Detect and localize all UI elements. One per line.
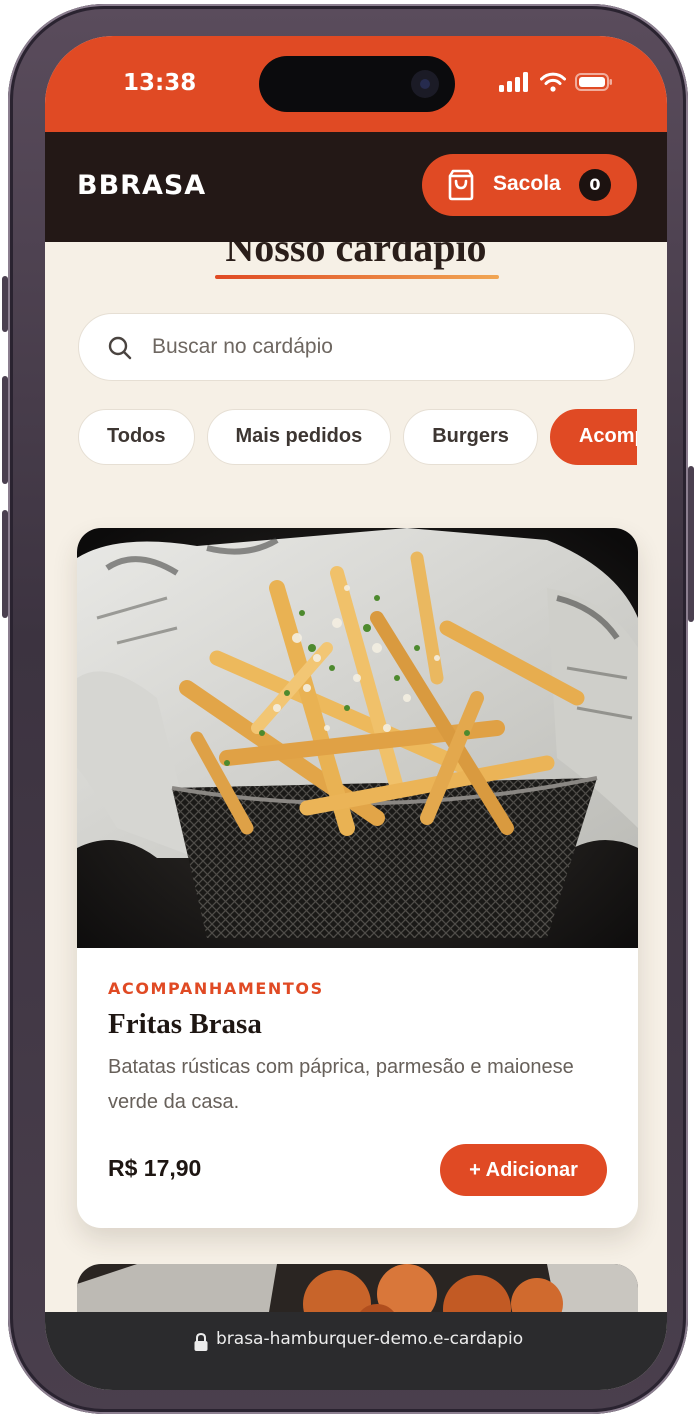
filter-chip-mais-pedidos[interactable]: Mais pedidos <box>206 409 392 465</box>
product-photo <box>77 528 638 948</box>
phone-frame: 13:38 BBRASA Sacola 0 Nosso cardápio Bus… <box>2 4 694 1414</box>
filter-chip-todos[interactable]: Todos <box>78 409 195 465</box>
category-filters: TodosMais pedidosBurgersAcompanhamentos <box>78 409 637 469</box>
filter-chip-acompanhamentos[interactable]: Acompanhamentos <box>549 409 637 465</box>
next-product-card[interactable] <box>77 1264 638 1312</box>
power-button <box>688 466 694 622</box>
product-price: R$ 17,90 <box>108 1155 202 1181</box>
battery-icon <box>575 73 612 91</box>
bag-label: Sacola <box>493 172 561 195</box>
product-card[interactable]: ACOMPANHAMENTOS Fritas Brasa Batatas rús… <box>77 528 638 1228</box>
add-to-bag-button[interactable]: + Adicionar <box>440 1144 607 1196</box>
status-icons <box>499 72 613 92</box>
bag-button[interactable]: Sacola 0 <box>422 154 637 216</box>
filter-chip-burgers[interactable]: Burgers <box>403 409 538 465</box>
search-input[interactable] <box>152 314 602 379</box>
url-text: brasa-hamburquer-demo.e-cardapio <box>216 1329 524 1349</box>
title-underline <box>215 275 499 279</box>
product-name: Fritas Brasa <box>108 1008 262 1040</box>
menu-content[interactable]: Nosso cardápio TodosMais pedidosBurgersA… <box>45 242 667 1312</box>
phone-screen: 13:38 BBRASA Sacola 0 Nosso cardápio Bus… <box>45 36 667 1390</box>
brand-logo[interactable]: BBRASA <box>77 170 206 201</box>
app-header: BBRASA Sacola 0 <box>45 132 667 242</box>
dynamic-island <box>259 56 455 112</box>
volume-down-button <box>2 510 8 618</box>
product-category: ACOMPANHAMENTOS <box>108 979 324 998</box>
wifi-icon <box>540 72 566 92</box>
cellular-signal-icon <box>499 72 528 92</box>
volume-up-button <box>2 376 8 484</box>
front-camera <box>411 70 439 98</box>
browser-url-bar[interactable]: brasa-hamburquer-demo.e-cardapio <box>45 1312 667 1390</box>
search-icon <box>108 336 132 360</box>
next-product-photo <box>77 1264 638 1312</box>
lock-icon <box>194 1332 208 1351</box>
action-button <box>2 276 8 332</box>
status-bar: 13:38 <box>45 36 667 132</box>
bag-count-badge: 0 <box>579 169 611 201</box>
product-description: Batatas rústicas com páprica, parmesão e… <box>108 1056 574 1113</box>
search-bar[interactable] <box>78 313 635 381</box>
shopping-bag-icon <box>448 169 474 201</box>
status-time: 13:38 <box>123 70 197 96</box>
section-title: Nosso cardápio <box>225 242 487 270</box>
